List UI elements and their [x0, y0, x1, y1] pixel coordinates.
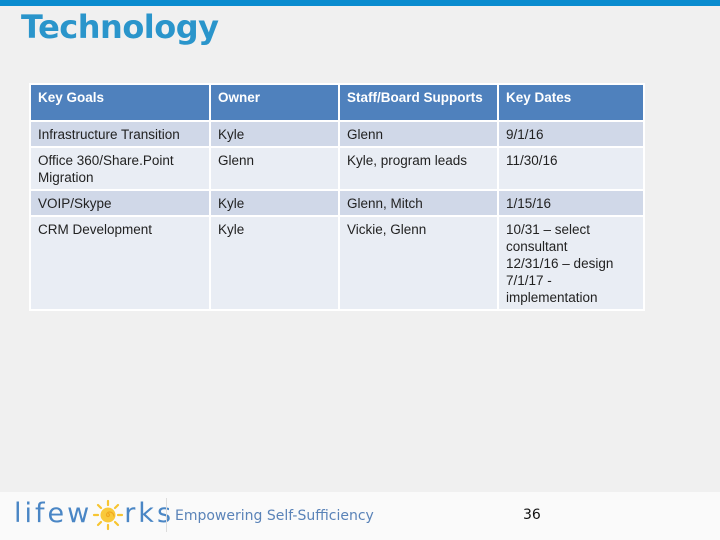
logo-text-left: lifew	[14, 498, 93, 529]
cell-dates: 11/30/16	[497, 146, 645, 191]
table-row: Office 360/Share.Point Migration Glenn K…	[29, 146, 645, 191]
cell-supports: Kyle, program leads	[338, 146, 499, 191]
cell-supports: Vickie, Glenn	[338, 215, 499, 311]
cell-owner: Glenn	[209, 146, 340, 191]
lifeworks-logo: lifew rks	[14, 498, 174, 531]
sun-icon	[92, 499, 124, 531]
cell-goal: Office 360/Share.Point Migration	[29, 146, 211, 191]
cell-owner: Kyle	[209, 215, 340, 311]
page-number: 36	[523, 507, 541, 523]
cell-owner: Kyle	[209, 189, 340, 217]
cell-goal: Infrastructure Transition	[29, 120, 211, 148]
date-line: 9/1/16	[506, 127, 544, 142]
date-line: 10/31 – select consultant	[506, 222, 591, 254]
cell-goal: VOIP/Skype	[29, 189, 211, 217]
header-key-goals: Key Goals	[29, 83, 211, 122]
date-line: 11/30/16	[506, 153, 558, 168]
cell-dates: 1/15/16	[497, 189, 645, 217]
date-line: 7/1/17 - implementation	[506, 273, 598, 305]
cell-supports: Glenn	[338, 120, 499, 148]
date-line: 1/15/16	[506, 196, 552, 211]
cell-dates: 10/31 – select consultant 12/31/16 – des…	[497, 215, 645, 311]
cell-dates: 9/1/16	[497, 120, 645, 148]
cell-owner: Kyle	[209, 120, 340, 148]
table-row: Infrastructure Transition Kyle Glenn 9/1…	[29, 120, 645, 148]
goals-table-container: Key Goals Owner Staff/Board Supports Key…	[29, 83, 645, 311]
header-staff-board-supports: Staff/Board Supports	[338, 83, 499, 122]
goals-table: Key Goals Owner Staff/Board Supports Key…	[29, 83, 645, 311]
table-row: CRM Development Kyle Vickie, Glenn 10/31…	[29, 215, 645, 311]
tagline: Empowering Self-Sufficiency	[175, 508, 374, 524]
header-key-dates: Key Dates	[497, 83, 645, 122]
top-accent-bar	[0, 0, 720, 6]
cell-supports: Glenn, Mitch	[338, 189, 499, 217]
cell-goal: CRM Development	[29, 215, 211, 311]
footer-divider	[166, 498, 167, 532]
date-line: 12/31/16 – design	[506, 256, 614, 271]
header-owner: Owner	[209, 83, 340, 122]
table-row: VOIP/Skype Kyle Glenn, Mitch 1/15/16	[29, 189, 645, 217]
table-header-row: Key Goals Owner Staff/Board Supports Key…	[29, 83, 645, 122]
slide-title: Technology	[21, 8, 219, 46]
